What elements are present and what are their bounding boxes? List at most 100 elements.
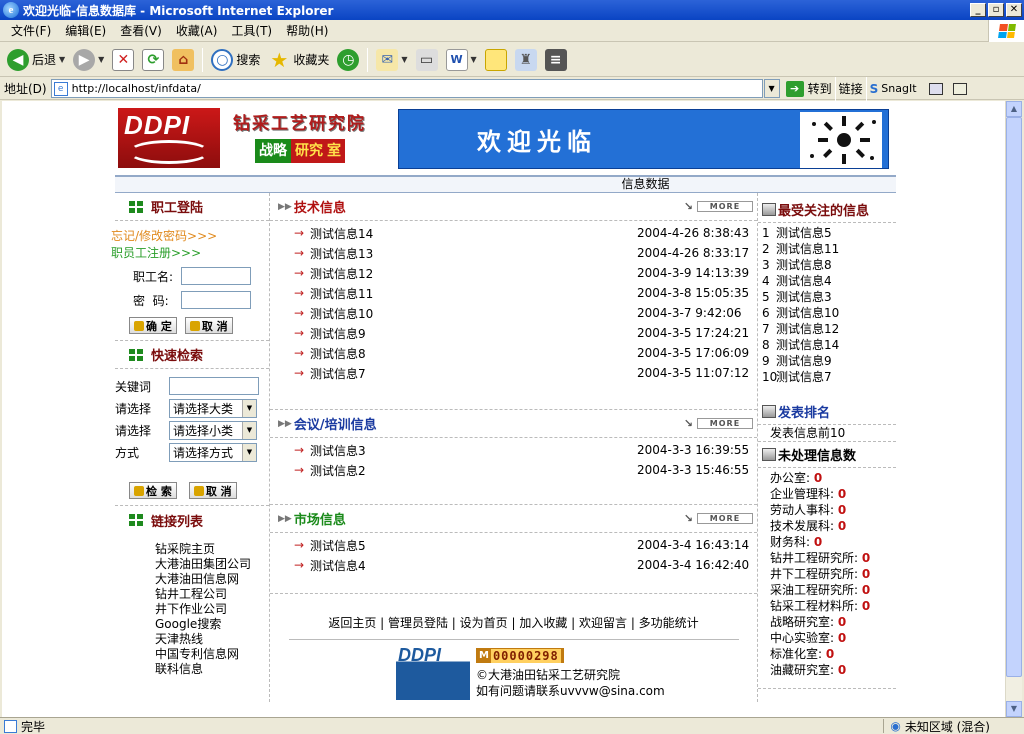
back-dropdown-icon[interactable]: ▼ <box>59 55 65 64</box>
item-title[interactable]: 测试信息13 <box>310 245 637 262</box>
item-title[interactable]: 测试信息11 <box>310 285 637 302</box>
list-item[interactable]: 3 测试信息8 <box>762 257 896 273</box>
menu-file[interactable]: 文件(F) <box>4 22 58 39</box>
print-button[interactable]: ▭ <box>413 46 441 74</box>
popular-item[interactable]: 测试信息4 <box>776 274 832 288</box>
edit-button[interactable]: W ▼ <box>443 46 480 74</box>
scrollbar-thumb[interactable] <box>1006 117 1022 677</box>
item-title[interactable]: 测试信息5 <box>310 537 637 554</box>
list-item[interactable]: 4 测试信息4 <box>762 273 896 289</box>
item-title[interactable]: 测试信息8 <box>310 345 637 362</box>
mail-button[interactable]: ✉ ▼ <box>373 46 410 74</box>
minimize-button[interactable]: _ <box>970 3 986 17</box>
forgot-password-link[interactable]: 忘记/修改密码>>> <box>111 227 269 244</box>
go-button[interactable]: ➔ 转到 <box>785 80 832 97</box>
password-input[interactable] <box>181 291 251 309</box>
snagit-button[interactable]: SnagIt <box>881 82 916 95</box>
menu-tools[interactable]: 工具(T) <box>224 22 279 39</box>
list-item[interactable]: → 测试信息7 2004-3-5 11:07:12 <box>270 363 757 383</box>
list-item[interactable]: → 测试信息8 2004-3-5 17:06:09 <box>270 343 757 363</box>
snagit-window-icon[interactable] <box>928 82 943 95</box>
search-cancel-button[interactable]: 取 消 <box>188 482 237 499</box>
item-title[interactable]: 测试信息4 <box>310 557 637 574</box>
ranking-item[interactable]: 发表信息前10 <box>758 425 896 442</box>
item-title[interactable]: 测试信息12 <box>310 265 637 282</box>
method-select[interactable]: 请选择方式 ▼ <box>169 443 257 462</box>
popular-item[interactable]: 测试信息10 <box>776 306 839 320</box>
snagit-capture-icon[interactable] <box>952 82 967 95</box>
link-item[interactable]: 大港油田信息网 <box>155 572 269 587</box>
link-item[interactable]: 井下作业公司 <box>155 602 269 617</box>
keyword-input[interactable] <box>169 377 259 395</box>
address-input[interactable]: e http://localhost/infdata/ <box>50 79 763 98</box>
list-item[interactable]: 5 测试信息3 <box>762 289 896 305</box>
address-dropdown-icon[interactable]: ▼ <box>763 79 780 98</box>
vertical-scrollbar[interactable]: ▲ ▼ <box>1005 101 1022 717</box>
meeting-more-button[interactable]: ↘ MORE <box>684 417 753 430</box>
market-more-button[interactable]: ↘ MORE <box>684 512 753 525</box>
subcategory-select[interactable]: 请选择小类 ▼ <box>169 421 257 440</box>
item-title[interactable]: 测试信息9 <box>310 325 637 342</box>
note-button[interactable] <box>482 46 510 74</box>
login-confirm-button[interactable]: 确 定 <box>129 317 177 334</box>
research-button[interactable]: ≡ <box>542 46 570 74</box>
forward-button[interactable]: ▶ ▼ <box>70 46 107 74</box>
popular-item[interactable]: 测试信息12 <box>776 322 839 336</box>
popular-item[interactable]: 测试信息9 <box>776 354 832 368</box>
register-link[interactable]: 职员工注册>>> <box>111 244 269 261</box>
menu-view[interactable]: 查看(V) <box>113 22 169 39</box>
popular-item[interactable]: 测试信息3 <box>776 290 832 304</box>
history-button[interactable]: ◷ <box>334 46 362 74</box>
list-item[interactable]: 1 测试信息5 <box>762 225 896 241</box>
popular-item[interactable]: 测试信息14 <box>776 338 839 352</box>
username-input[interactable] <box>181 267 251 285</box>
popular-item[interactable]: 测试信息11 <box>776 242 839 256</box>
menu-help[interactable]: 帮助(H) <box>279 22 335 39</box>
footer-links[interactable]: 返回主页 | 管理员登陆 | 设为首页 | 加入收藏 | 欢迎留言 | 多功能统… <box>270 614 757 631</box>
link-item[interactable]: 中国专利信息网 <box>155 647 269 662</box>
list-item[interactable]: 8 测试信息14 <box>762 337 896 353</box>
scroll-down-icon[interactable]: ▼ <box>1006 701 1022 717</box>
stop-button[interactable]: ✕ <box>109 46 137 74</box>
link-item[interactable]: 钻井工程公司 <box>155 587 269 602</box>
refresh-button[interactable]: ⟳ <box>139 46 167 74</box>
link-item[interactable]: 大港油田集团公司 <box>155 557 269 572</box>
popular-item[interactable]: 测试信息8 <box>776 258 832 272</box>
list-item[interactable]: → 测试信息4 2004-3-4 16:42:40 <box>270 555 757 575</box>
link-item[interactable]: 联科信息 <box>155 662 269 677</box>
maximize-button[interactable]: ▫ <box>988 3 1004 17</box>
popular-item[interactable]: 测试信息7 <box>776 370 832 384</box>
list-item[interactable]: → 测试信息13 2004-4-26 8:33:17 <box>270 243 757 263</box>
list-item[interactable]: → 测试信息5 2004-3-4 16:43:14 <box>270 535 757 555</box>
tech-more-button[interactable]: ↘ MORE <box>684 200 753 213</box>
login-cancel-button[interactable]: 取 消 <box>184 317 233 334</box>
item-title[interactable]: 测试信息7 <box>310 365 637 382</box>
scroll-up-icon[interactable]: ▲ <box>1006 101 1022 117</box>
links-button[interactable]: 链接 <box>839 80 863 97</box>
menu-edit[interactable]: 编辑(E) <box>58 22 113 39</box>
item-title[interactable]: 测试信息2 <box>310 462 637 479</box>
item-title[interactable]: 测试信息10 <box>310 305 637 322</box>
messenger-button[interactable]: ♜ <box>512 46 540 74</box>
list-item[interactable]: 7 测试信息12 <box>762 321 896 337</box>
home-button[interactable]: ⌂ <box>169 46 197 74</box>
search-button[interactable]: ○ 搜索 <box>208 46 263 74</box>
close-button[interactable]: ✕ <box>1006 3 1022 17</box>
mail-dropdown-icon[interactable]: ▼ <box>401 55 407 64</box>
link-item[interactable]: Google搜索 <box>155 617 269 632</box>
edit-dropdown-icon[interactable]: ▼ <box>471 55 477 64</box>
list-item[interactable]: 2 测试信息11 <box>762 241 896 257</box>
list-item[interactable]: → 测试信息12 2004-3-9 14:13:39 <box>270 263 757 283</box>
search-submit-button[interactable]: 检 索 <box>129 482 177 499</box>
list-item[interactable]: → 测试信息11 2004-3-8 15:05:35 <box>270 283 757 303</box>
item-title[interactable]: 测试信息3 <box>310 442 637 459</box>
link-item[interactable]: 天津热线 <box>155 632 269 647</box>
menu-favorites[interactable]: 收藏(A) <box>169 22 225 39</box>
link-item[interactable]: 钻采院主页 <box>155 542 269 557</box>
popular-item[interactable]: 测试信息5 <box>776 226 832 240</box>
list-item[interactable]: 9 测试信息9 <box>762 353 896 369</box>
list-item[interactable]: → 测试信息14 2004-4-26 8:38:43 <box>270 223 757 243</box>
list-item[interactable]: → 测试信息3 2004-3-3 16:39:55 <box>270 440 757 460</box>
favorites-button[interactable]: ★ 收藏夹 <box>265 46 332 74</box>
list-item[interactable]: → 测试信息9 2004-3-5 17:24:21 <box>270 323 757 343</box>
